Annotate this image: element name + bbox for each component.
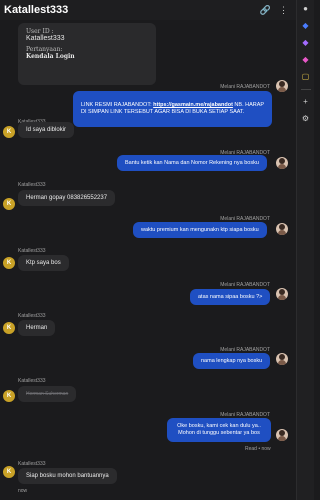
- message-bubble: LINK RESMI RAJABANDOT: https://gasmain.m…: [73, 91, 272, 127]
- message-bubble: Herman: [18, 320, 56, 336]
- user-name: Katallest333: [18, 461, 46, 467]
- message-text: nama lengkap nya bosku: [201, 358, 263, 364]
- official-link[interactable]: https://gasmain.me/rajabandot: [153, 102, 233, 108]
- question-label: Pertanyaan:: [26, 46, 63, 53]
- message-bubble: Herman Suherman: [18, 386, 77, 402]
- user-avatar: K: [3, 257, 15, 269]
- agent-avatar: [276, 288, 288, 300]
- user-avatar: K: [3, 198, 15, 210]
- prechat-card: User ID : Katallest333 Pertanyaan: Kenda…: [18, 23, 156, 85]
- message-bubble: Oke bosku, kami cek kan dulu ya.. Mohon …: [167, 418, 271, 442]
- user-name: Katallest333: [18, 182, 46, 188]
- chat-title: Katallest333: [4, 4, 69, 16]
- user-name: Katallest333: [18, 248, 46, 254]
- user-name: Katallest333: [18, 313, 46, 319]
- user-id-value: Katallest333: [26, 35, 65, 42]
- chat-area: User ID : Katallest333 Pertanyaan: Kenda…: [0, 20, 296, 500]
- user-avatar: K: [3, 466, 15, 478]
- user-avatar: K: [3, 390, 15, 402]
- question-value: Kendala Login: [26, 53, 75, 60]
- message-bubble: Id saya diblokir: [18, 122, 75, 138]
- settings-icon[interactable]: ⚙: [301, 114, 311, 124]
- message-bubble: nama lengkap nya bosku: [193, 353, 271, 369]
- message-text: Ktp saya bos: [26, 260, 61, 266]
- agent-avatar: [276, 429, 288, 441]
- link-icon[interactable]: 🔗: [260, 5, 271, 16]
- timestamp: now: [18, 488, 28, 494]
- message-text: Herman Suherman: [26, 391, 69, 397]
- more-icon[interactable]: ⋮: [279, 5, 288, 16]
- chat-bubble-icon[interactable]: ●: [301, 4, 311, 14]
- message-text: Herman: [26, 325, 48, 331]
- message-text: Herman gopay 083826552237: [26, 195, 108, 201]
- user-id-label: User ID :: [26, 28, 54, 35]
- message-bubble: Herman gopay 083826552237: [18, 190, 116, 206]
- agent-name: Melani RAJABANDOT: [220, 282, 270, 288]
- app-blue-icon[interactable]: ◆: [301, 21, 311, 31]
- message-text: LINK RESMI RAJABANDOT:: [81, 102, 154, 108]
- agent-avatar: [276, 353, 288, 365]
- app-yellow-icon[interactable]: ▢: [301, 72, 311, 82]
- message-bubble: Bantu ketik kan Nama dan Nomor Rekening …: [117, 155, 267, 171]
- user-name: Katallest333: [18, 378, 46, 384]
- message-text: Siap bosku mohon bantuannya: [26, 473, 109, 479]
- message-text: atas nama sipaa bosku ?>: [198, 294, 263, 300]
- app-purple-icon[interactable]: ◆: [301, 38, 311, 48]
- add-icon[interactable]: +: [301, 97, 311, 107]
- message-bubble: waktu premium kan mengunakn ktp siapa bo…: [133, 222, 267, 238]
- app-pink-icon[interactable]: ◆: [301, 55, 311, 65]
- message-text: Bantu ketik kan Nama dan Nomor Rekening …: [125, 160, 259, 166]
- rail-divider: [300, 89, 311, 90]
- agent-avatar: [276, 157, 288, 169]
- message-text: Oke bosku, kami cek kan dulu ya.. Mohon …: [177, 423, 261, 436]
- message-bubble: Siap bosku mohon bantuannya: [18, 468, 117, 484]
- message-text: waktu premium kan mengunakn ktp siapa bo…: [141, 227, 259, 233]
- message-bubble: atas nama sipaa bosku ?>: [190, 289, 271, 305]
- agent-avatar: [276, 80, 288, 92]
- message-bubble: Ktp saya bos: [18, 255, 69, 271]
- agent-name: Melani RAJABANDOT: [220, 84, 270, 90]
- message-text: Id saya diblokir: [26, 127, 67, 133]
- agent-avatar: [276, 223, 288, 235]
- chat-header: Katallest333 🔗 ⋮: [0, 0, 296, 20]
- read-status: Read • now: [245, 446, 271, 452]
- user-avatar: K: [3, 126, 15, 138]
- right-rail: ● ◆ ◆ ◆ ▢ + ⚙: [296, 0, 314, 500]
- user-avatar: K: [3, 322, 15, 334]
